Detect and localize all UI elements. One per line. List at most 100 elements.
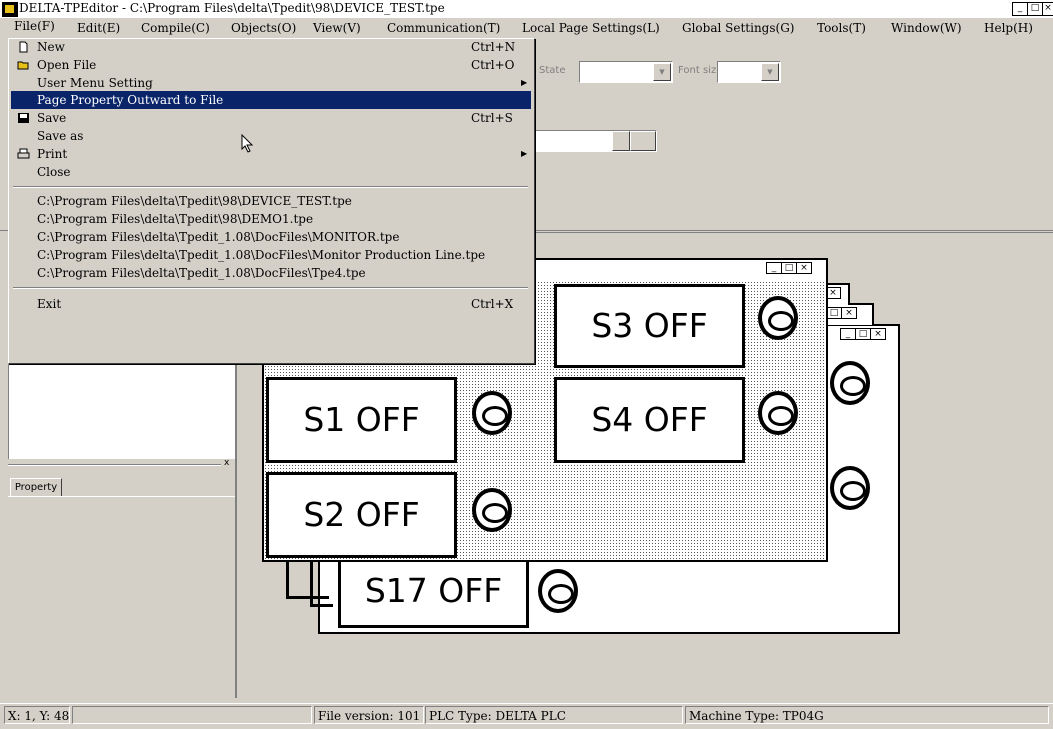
recent-file-label: C:\Program Files\delta\Tpedit\98\DEMO1.t… [37, 212, 314, 226]
menu-item-exit[interactable]: Exit Ctrl+X [9, 295, 534, 313]
tab-property[interactable]: Property [10, 478, 62, 497]
menu-item-label: Open File [37, 58, 97, 72]
menu-item-label: Exit [37, 297, 62, 311]
chevron-down-icon[interactable]: ▼ [653, 63, 671, 81]
spin-button[interactable] [612, 131, 630, 151]
plc-type: PLC Type: DELTA PLC [425, 706, 683, 724]
menu-item-open-file[interactable]: Open File Ctrl+O [9, 56, 534, 74]
submenu-arrow-icon: ▶ [521, 78, 528, 87]
maximize-button[interactable]: □ [1027, 2, 1043, 16]
maximize-button[interactable]: □ [826, 307, 842, 319]
shortcut-label: Ctrl+S [471, 111, 513, 125]
shortcut-label: Ctrl+N [471, 40, 516, 54]
close-button[interactable]: × [1042, 2, 1053, 16]
panel-splitter[interactable]: x [8, 458, 235, 469]
chevron-down-icon[interactable]: ▼ [761, 63, 779, 81]
minimize-button[interactable]: _ [766, 262, 782, 274]
recent-file-item[interactable]: C:\Program Files\delta\Tpedit\98\DEMO1.t… [9, 210, 534, 228]
menu-item-label: User Menu Setting [37, 76, 153, 90]
vertical-splitter[interactable] [235, 350, 237, 698]
s1-button[interactable]: S1 OFF [266, 377, 457, 463]
lamp-icon [758, 391, 798, 435]
recent-file-item[interactable]: C:\Program Files\delta\Tpedit_1.08\DocFi… [9, 264, 534, 282]
font-size-combo[interactable]: ▼ [717, 61, 781, 83]
menu-item-new[interactable]: New Ctrl+N [9, 38, 534, 56]
menu-file[interactable]: File(F) [14, 19, 55, 33]
menu-item-label: New [37, 40, 65, 54]
lamp-icon [472, 391, 512, 435]
recent-file-label: C:\Program Files\delta\Tpedit_1.08\DocFi… [37, 230, 400, 244]
menu-global-settings[interactable]: Global Settings(G) [682, 21, 794, 35]
s4-button[interactable]: S4 OFF [554, 377, 745, 463]
menu-item-save-as[interactable]: Save as [9, 127, 534, 145]
recent-file-item[interactable]: C:\Program Files\delta\Tpedit_1.08\DocFi… [9, 246, 534, 264]
menu-item-save[interactable]: Save Ctrl+S [9, 109, 534, 127]
font-size-label: Font size [678, 65, 723, 76]
close-button[interactable]: × [870, 328, 886, 340]
menu-item-label: Print [37, 147, 68, 161]
menu-edit[interactable]: Edit(E) [77, 21, 120, 35]
maximize-button[interactable]: □ [855, 328, 871, 340]
menu-communication[interactable]: Communication(T) [387, 21, 500, 35]
s17-button[interactable]: S17 OFF [338, 559, 529, 628]
menu-separator [13, 186, 528, 188]
menu-view[interactable]: View(V) [313, 21, 361, 35]
menu-item-label: Close [37, 165, 71, 179]
cursor-position: X: 1, Y: 48 [4, 706, 70, 724]
s3-button[interactable]: S3 OFF [554, 284, 745, 368]
submenu-arrow-icon: ▶ [521, 149, 528, 158]
file-version: File version: 101 [314, 706, 424, 724]
splitter-line [8, 464, 221, 466]
file-menu-dropdown: New Ctrl+N Open File Ctrl+O User Menu Se… [8, 38, 535, 364]
shortcut-label: Ctrl+O [471, 58, 515, 72]
menu-local-page-settings[interactable]: Local Page Settings(L) [522, 21, 660, 35]
printer-icon [17, 148, 30, 159]
mouse-pointer-icon [241, 134, 254, 153]
lamp-icon [830, 466, 870, 510]
recent-file-item[interactable]: C:\Program Files\delta\Tpedit\98\DEVICE_… [9, 192, 534, 210]
window-controls: _ □ × [840, 328, 888, 341]
menu-tools[interactable]: Tools(T) [817, 21, 866, 35]
maximize-button[interactable]: □ [781, 262, 797, 274]
lamp-icon [472, 488, 512, 532]
window-edge [310, 560, 333, 607]
floppy-disk-icon [18, 113, 29, 123]
menu-window[interactable]: Window(W) [891, 21, 962, 35]
spin-button-right[interactable] [630, 131, 656, 151]
folder-open-icon [17, 61, 29, 70]
lamp-icon [830, 361, 870, 405]
recent-file-label: C:\Program Files\delta\Tpedit_1.08\DocFi… [37, 248, 486, 262]
menu-compile[interactable]: Compile(C) [141, 21, 210, 35]
window-controls: _ □ × [766, 262, 814, 275]
property-area [8, 496, 235, 697]
menu-bar: File(F) Edit(E) Compile(C) Objects(O) Vi… [0, 18, 1053, 38]
close-button[interactable]: × [841, 307, 857, 319]
lamp-icon [538, 569, 578, 613]
window-controls: × [825, 287, 873, 300]
state-combo[interactable]: ▼ [579, 61, 673, 83]
minimize-button[interactable]: _ [840, 328, 856, 340]
object-tree-panel [8, 362, 236, 459]
shortcut-label: Ctrl+X [471, 297, 514, 311]
menu-objects[interactable]: Objects(O) [231, 21, 296, 35]
menu-item-close[interactable]: Close [9, 163, 534, 181]
menu-item-print[interactable]: Print ▶ [9, 145, 534, 163]
close-button[interactable]: × [796, 262, 812, 274]
close-icon[interactable]: x [224, 458, 229, 468]
minimize-button[interactable]: _ [1012, 2, 1028, 16]
new-file-icon [19, 41, 28, 53]
s2-button[interactable]: S2 OFF [266, 472, 457, 558]
menu-item-page-property-outward[interactable]: Page Property Outward to File [11, 91, 531, 109]
status-empty [72, 706, 312, 724]
menu-item-label: Save [37, 111, 67, 125]
window-title: DELTA-TPEditor - C:\Program Files\delta\… [19, 1, 445, 15]
window-controls: □ × [826, 307, 874, 320]
menu-item-user-menu-setting[interactable]: User Menu Setting ▶ [9, 74, 534, 92]
menu-help[interactable]: Help(H) [984, 21, 1033, 35]
title-bar: DELTA-TPEditor - C:\Program Files\delta\… [0, 0, 1053, 18]
recent-file-item[interactable]: C:\Program Files\delta\Tpedit_1.08\DocFi… [9, 228, 534, 246]
menu-item-label: Page Property Outward to File [37, 93, 224, 107]
menu-item-label: Save as [37, 129, 84, 143]
machine-type: Machine Type: TP04G [685, 706, 1049, 724]
state-label: State [539, 65, 566, 76]
